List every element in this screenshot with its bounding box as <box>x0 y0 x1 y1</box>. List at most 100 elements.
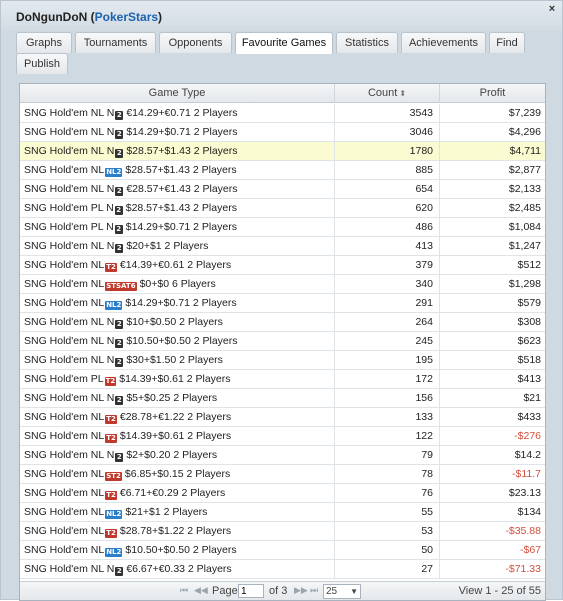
game-stakes-text: $10.50+$0.50 2 Players <box>126 335 238 347</box>
table-row[interactable]: SNG Hold'em NL N 2 $30+$1.50 2 Players 195 $… <box>20 351 545 370</box>
cell-count: 122 <box>335 427 440 445</box>
game-type-text: SNG Hold'em NL N <box>24 126 115 138</box>
table-row[interactable]: SNG Hold'em NL T2 €6.71+€0.29 2 Players 76 $… <box>20 484 545 503</box>
game-badge-icon: 2 <box>115 358 124 367</box>
cell-profit: $413 <box>517 373 541 385</box>
cell-game-type: SNG Hold'em NL T2 €14.39+€0.61 2 Players <box>20 256 335 274</box>
game-badge-icon: T2 <box>105 263 117 272</box>
cell-profit: $1,298 <box>508 278 541 290</box>
game-type-text: SNG Hold'em PL N <box>24 221 114 233</box>
table-row[interactable]: SNG Hold'em NL N 2 $10+$0.50 2 Players 264 $… <box>20 313 545 332</box>
game-type-text: SNG Hold'em NL N <box>24 183 115 195</box>
table-row[interactable]: SNG Hold'em PL T2 $14.39+$0.61 2 Players 17… <box>20 370 545 389</box>
tab-statistics[interactable]: Statistics <box>336 32 398 53</box>
game-stakes-text: $28.57+$1.43 2 Players <box>125 202 237 214</box>
cell-count: 1780 <box>335 142 440 160</box>
column-header-count[interactable]: Count ⬍ <box>335 84 440 103</box>
cell-game-type: SNG Hold'em NL N 2 $10.50+$0.50 2 Players <box>20 332 335 350</box>
game-type-text: SNG Hold'em NL N <box>24 145 115 157</box>
game-badge-icon: T2 <box>105 491 117 500</box>
tab-opponents[interactable]: Opponents <box>159 32 232 53</box>
game-badge-icon: STSAT6 <box>105 282 137 291</box>
table-row[interactable]: SNG Hold'em NL N 2 $14.29+$0.71 2 Players 3… <box>20 123 545 142</box>
cell-profit: $579 <box>517 297 541 309</box>
game-badge-icon: 2 <box>114 225 123 234</box>
game-stakes-text: $30+$1.50 2 Players <box>126 354 223 366</box>
game-stakes-text: $14.29+$0.71 2 Players <box>126 126 238 138</box>
cell-profit: $23.13 <box>508 487 541 499</box>
table-row[interactable]: SNG Hold'em NL N 2 $5+$0.25 2 Players 156 $2… <box>20 389 545 408</box>
table-row[interactable]: SNG Hold'em NL N 2 €28.57+€1.43 2 Players 6… <box>20 180 545 199</box>
cell-count: 156 <box>335 389 440 407</box>
game-stakes-text: $20+$1 2 Players <box>126 240 209 252</box>
tab-achievements[interactable]: Achievements <box>401 32 486 53</box>
table-row[interactable]: SNG Hold'em PL N 2 $14.29+$0.71 2 Players 4… <box>20 218 545 237</box>
game-badge-icon: 2 <box>115 187 124 196</box>
table-row[interactable]: SNG Hold'em PL N 2 $28.57+$1.43 2 Players 6… <box>20 199 545 218</box>
table-row[interactable]: SNG Hold'em NL T2 $28.78+$1.22 2 Players 53… <box>20 522 545 541</box>
table-row[interactable]: SNG Hold'em NL NL2 $28.57+$1.43 2 Players 8… <box>20 161 545 180</box>
cell-game-type: SNG Hold'em NL N 2 $10+$0.50 2 Players <box>20 313 335 331</box>
sort-icon: ⬍ <box>399 89 407 98</box>
cell-count: 340 <box>335 275 440 293</box>
game-badge-icon: 2 <box>115 396 124 405</box>
game-type-text: SNG Hold'em NL N <box>24 316 115 328</box>
site-name[interactable]: PokerStars <box>95 10 158 24</box>
cell-game-type: SNG Hold'em PL N 2 $14.29+$0.71 2 Players <box>20 218 335 236</box>
tab-tournaments[interactable]: Tournaments <box>75 32 156 53</box>
tab-find[interactable]: Find <box>489 32 525 53</box>
game-stakes-text: $28.57+$1.43 2 Players <box>126 145 238 157</box>
tab-publish[interactable]: Publish <box>16 53 68 74</box>
table-row[interactable]: SNG Hold'em NL N 2 $20+$1 2 Players 413 $1,2… <box>20 237 545 256</box>
table-row[interactable]: SNG Hold'em NL STSAT6 $0+$0 6 Players 340 $1… <box>20 275 545 294</box>
cell-count: 291 <box>335 294 440 312</box>
cell-profit: $21 <box>523 392 541 404</box>
table-row[interactable]: SNG Hold'em NL N 2 $10.50+$0.50 2 Players 2… <box>20 332 545 351</box>
tab-favourite-games[interactable]: Favourite Games <box>235 32 333 54</box>
table-row[interactable]: SNG Hold'em NL T2 €28.78+€1.22 2 Players 13… <box>20 408 545 427</box>
rows-per-page-select[interactable]: 25 ▼ <box>323 584 361 599</box>
player-name: DoNgunDoN <box>16 10 88 24</box>
table-row[interactable]: SNG Hold'em NL N 2 $2+$0.20 2 Players 79 $14… <box>20 446 545 465</box>
table-row[interactable]: SNG Hold'em NL N 2 €14.29+€0.71 2 Players 3… <box>20 104 545 123</box>
cell-profit: -$71.33 <box>505 563 541 575</box>
first-page-icon[interactable]: ⏮ <box>180 585 188 596</box>
prev-page-icon[interactable]: ◀◀ <box>194 585 208 596</box>
table-row[interactable]: SNG Hold'em NL NL2 $14.29+$0.71 2 Players 2… <box>20 294 545 313</box>
cell-game-type: SNG Hold'em NL T2 $28.78+$1.22 2 Players <box>20 522 335 540</box>
table-row[interactable]: SNG Hold'em NL NL2 $10.50+$0.50 2 Players 5… <box>20 541 545 560</box>
game-badge-icon: NL2 <box>105 510 123 519</box>
cell-count: 486 <box>335 218 440 236</box>
table-row[interactable]: SNG Hold'em NL NL2 $21+$1 2 Players 55 $134 <box>20 503 545 522</box>
next-page-icon[interactable]: ▶▶ <box>294 585 308 596</box>
table-row[interactable]: SNG Hold'em NL ST2 $6.85+$0.15 2 Players 78… <box>20 465 545 484</box>
column-label-count: Count <box>367 87 398 99</box>
page-count-label: of 3 <box>269 585 288 597</box>
last-page-icon[interactable]: ⏭ <box>310 585 318 596</box>
game-stakes-text: $28.78+$1.22 2 Players <box>119 525 232 537</box>
close-icon[interactable]: × <box>547 4 557 15</box>
cell-game-type: SNG Hold'em NL N 2 €28.57+€1.43 2 Players <box>20 180 335 198</box>
game-badge-icon: 2 <box>115 244 124 253</box>
game-stakes-text: $5+$0.25 2 Players <box>126 392 218 404</box>
column-label-game-type: Game Type <box>148 87 206 99</box>
page-input[interactable] <box>238 584 264 598</box>
game-type-text: SNG Hold'em NL N <box>24 107 115 119</box>
table-row[interactable]: SNG Hold'em NL N 2 €6.67+€0.33 2 Players 27… <box>20 560 545 579</box>
column-header-profit[interactable]: Profit <box>440 84 545 103</box>
table-row[interactable]: SNG Hold'em NL N 2 $28.57+$1.43 2 Players 1… <box>20 142 545 161</box>
game-type-text: SNG Hold'em NL <box>24 525 105 537</box>
game-badge-icon: 2 <box>115 453 124 462</box>
cell-profit: $7,239 <box>508 107 541 119</box>
game-badge-icon: 2 <box>115 130 124 139</box>
cell-profit: $2,877 <box>508 164 541 176</box>
game-badge-icon: NL2 <box>105 548 123 557</box>
game-stakes-text: $14.39+$0.61 2 Players <box>119 430 232 442</box>
cell-count: 50 <box>335 541 440 559</box>
table-row[interactable]: SNG Hold'em NL T2 $14.39+$0.61 2 Players 12… <box>20 427 545 446</box>
table-row[interactable]: SNG Hold'em NL T2 €14.39+€0.61 2 Players 37… <box>20 256 545 275</box>
cell-count: 55 <box>335 503 440 521</box>
tab-graphs[interactable]: Graphs <box>16 32 72 53</box>
game-type-text: SNG Hold'em NL N <box>24 563 115 575</box>
column-header-game-type[interactable]: Game Type <box>20 84 335 103</box>
